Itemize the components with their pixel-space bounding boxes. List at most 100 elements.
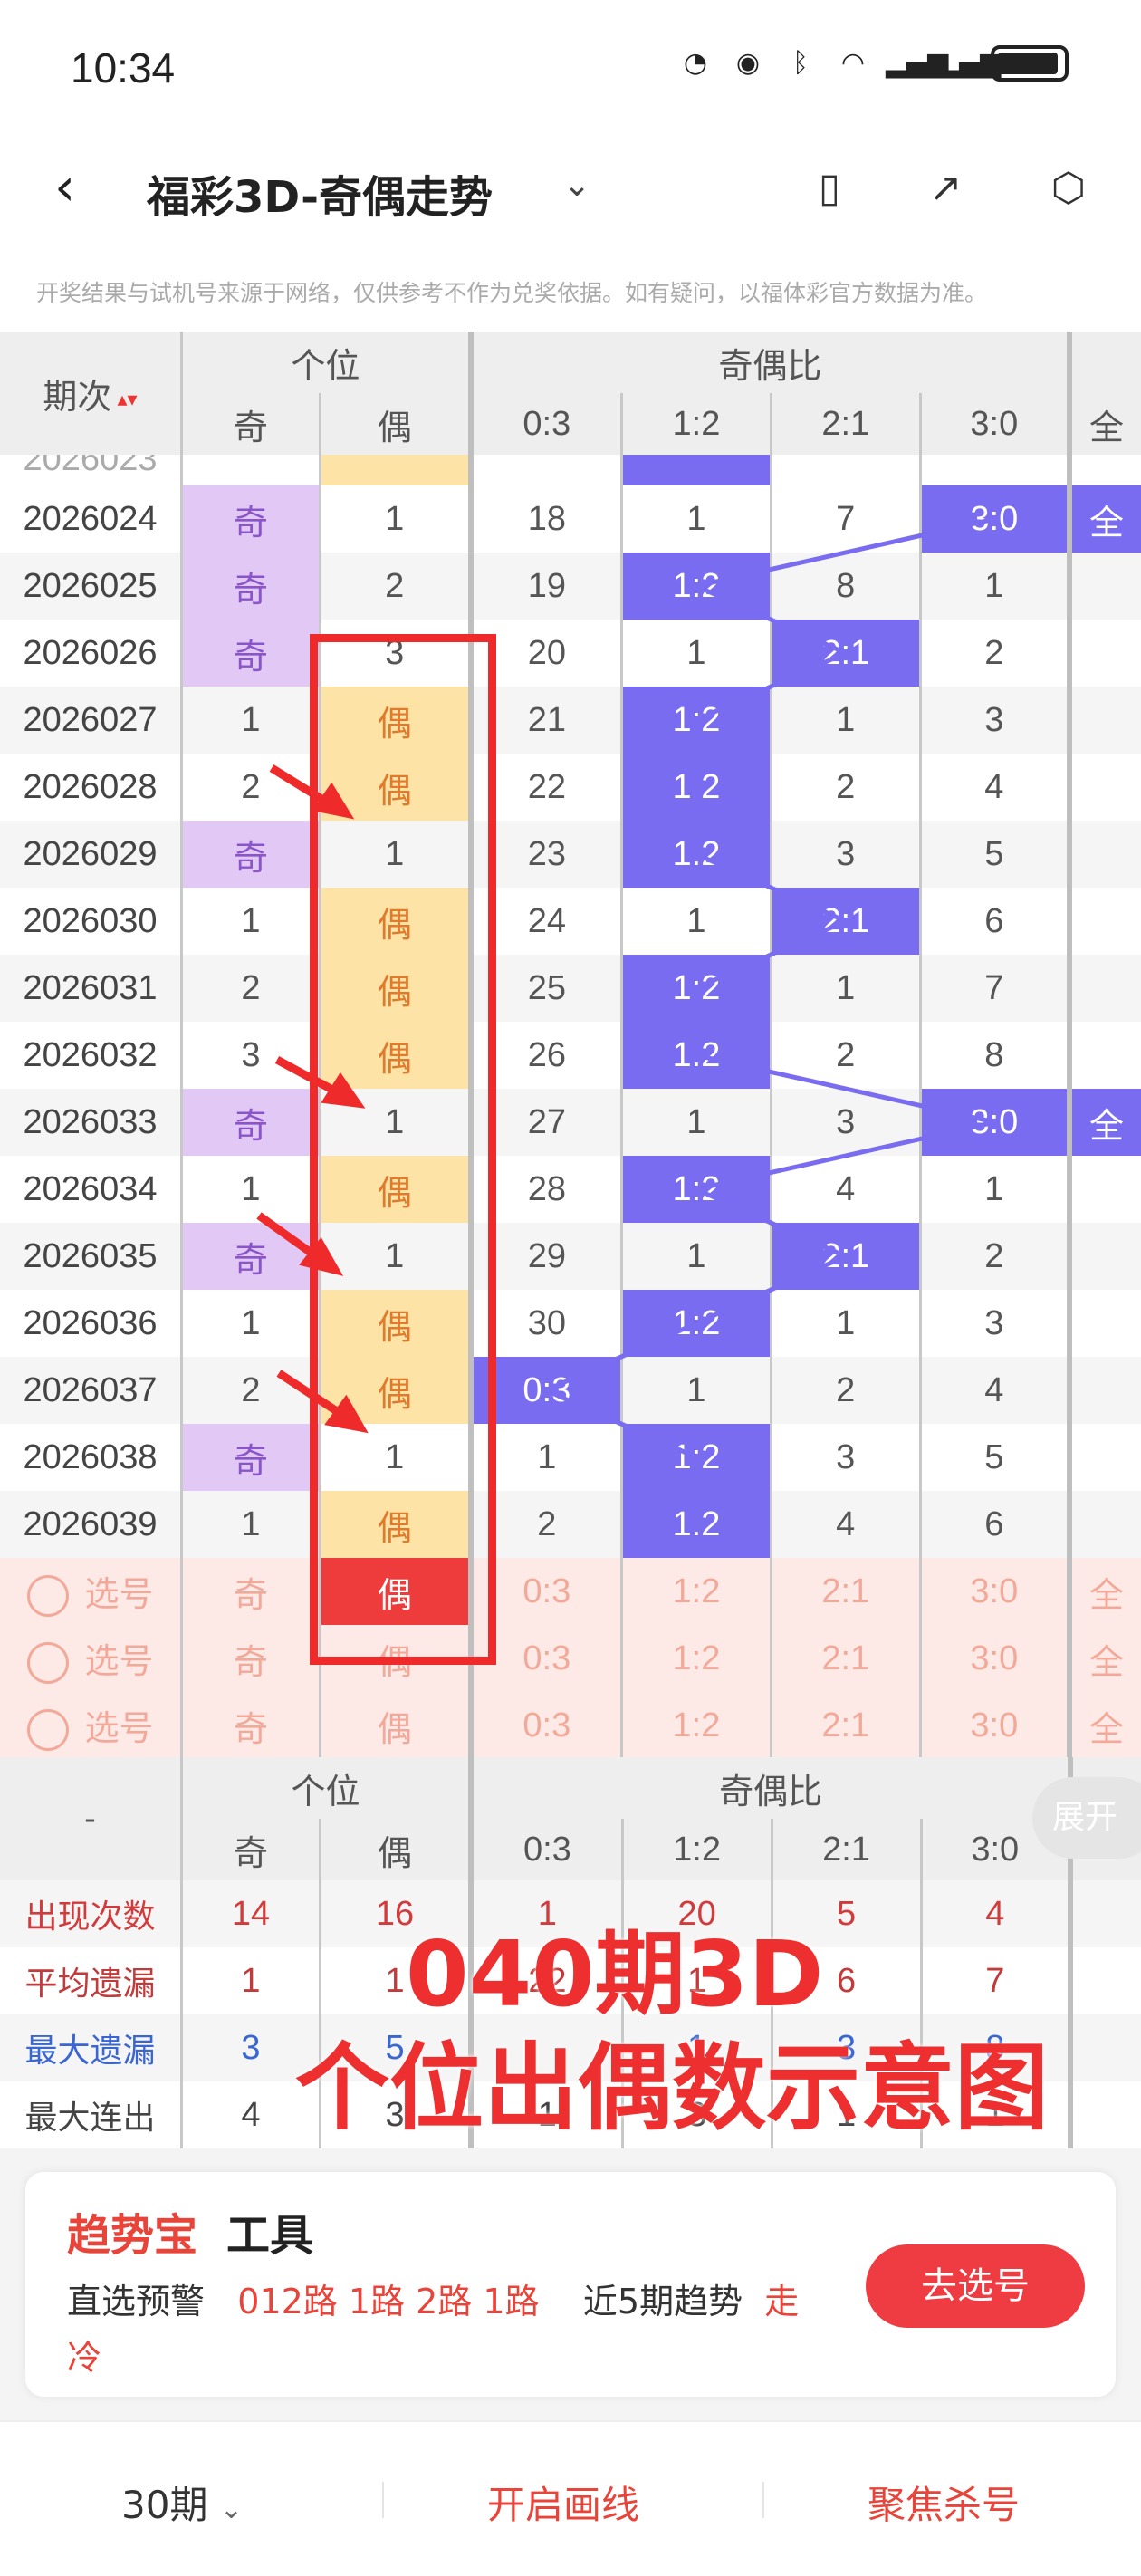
row-ratio-cell: 1	[769, 955, 921, 1022]
stats-value: 4	[919, 1880, 1071, 1947]
row-ratio-cell: 26	[467, 1022, 622, 1089]
periods-selector[interactable]: 30期 ⌄	[121, 2475, 243, 2530]
radio-circle-icon[interactable]	[26, 1642, 69, 1685]
row-ratio-cell: 20	[467, 620, 622, 687]
row-ratio-cell: 2	[769, 1022, 921, 1089]
row-ratio-cell: 1	[620, 1089, 772, 1156]
row-ratio-cell: 0:3	[467, 1357, 622, 1424]
row-issue: 2026025	[0, 553, 182, 620]
select-partial: 全	[1067, 1692, 1141, 1757]
row-ratio-cell: 1	[620, 485, 772, 553]
select-row[interactable]: 选号奇偶 0:3 1:2 2:1 3:0 全	[0, 1692, 1141, 1757]
select-partial: 全	[1067, 1625, 1141, 1692]
status-time: 10:34	[71, 44, 176, 91]
row-even-cell: 1	[318, 485, 471, 553]
page-title[interactable]: 福彩3D-奇偶走势	[147, 161, 493, 225]
status-bar: 10:34 ◔ ◉ ᛒ ◠ ▂▄▆ ▂▄▆	[0, 0, 1141, 136]
table-row: 2026030 1 偶 24 1 2:1 6	[0, 888, 1141, 955]
ratio-header-0-3: 0:3	[467, 393, 622, 455]
row-issue: 2026034	[0, 1156, 182, 1223]
table-row: 2026033 奇 1 27 1 3 3:0 全	[0, 1089, 1141, 1156]
trend-label: 近5期趋势	[582, 2282, 743, 2321]
row-ratio-cell: 3	[769, 1089, 921, 1156]
row-ratio-cell: 1	[769, 1290, 921, 1357]
table-row: 2026036 1 偶 30 1:2 1 3	[0, 1290, 1141, 1357]
row-odd-cell: 1	[180, 888, 321, 955]
select-ratio: 1:2	[620, 1692, 772, 1757]
row-ratio-cell: 8	[769, 553, 921, 620]
row-ratio-cell: 27	[467, 1089, 622, 1156]
row-even-cell: 1	[318, 1089, 471, 1156]
back-arrow-icon[interactable]: ‹	[54, 159, 109, 214]
trend-table: 期次 ▴▾ 个位 奇偶比奇偶 0:3 1:2 2:1 3:0 全 2026023 2026024 奇…	[0, 332, 1141, 1757]
stats-partial-cell	[1068, 2014, 1141, 2081]
ratio-header-2-1: 2:1	[769, 393, 921, 455]
partial-header	[1067, 332, 1141, 393]
row-ratio-cell: 1:2	[620, 754, 772, 821]
row-partial-cell: 全	[1067, 485, 1141, 553]
row-odd-cell: 奇	[180, 485, 321, 553]
row-issue: 2026033	[0, 1089, 182, 1156]
row-odd-cell: 2	[180, 1357, 321, 1424]
row-issue: 2026035	[0, 1223, 182, 1290]
select-ratio: 2:1	[769, 1692, 921, 1757]
row-even-cell: 偶	[318, 1290, 471, 1357]
row-even-cell: 偶	[318, 1357, 471, 1424]
periods-label: 30期	[121, 2483, 208, 2527]
select-ratio: 3:0	[918, 1692, 1070, 1757]
select-label: 选号	[84, 1575, 154, 1614]
sort-icon[interactable]: ▴▾	[111, 387, 138, 409]
select-row[interactable]: 选号奇偶 0:3 1:2 2:1 3:0 全	[0, 1558, 1141, 1625]
partial-row-cell	[769, 455, 921, 485]
row-ratio-cell: 24	[467, 888, 622, 955]
row-even-cell: 偶	[318, 687, 471, 754]
row-ratio-cell: 3	[918, 687, 1070, 754]
chevron-down-icon[interactable]: ⌄	[563, 167, 590, 204]
select-ratio: 1:2	[620, 1558, 772, 1625]
row-odd-cell: 1	[180, 687, 321, 754]
settings-hexagon-icon[interactable]: ⬡	[1040, 159, 1098, 217]
row-even-cell: 偶	[318, 754, 471, 821]
trend-tool-card: 趋势宝 工具 直选预警 012路 1路 2路 1路 近5期趋势 走 冷 去选号	[25, 2172, 1116, 2397]
stats-ratio-header: 2:1	[770, 1819, 922, 1880]
draw-lines-button[interactable]: 开启画线	[487, 2475, 639, 2530]
row-even-cell: 1	[318, 821, 471, 888]
row-ratio-cell: 3:0	[918, 1089, 1070, 1156]
row-odd-cell: 奇	[180, 1089, 321, 1156]
row-partial-cell	[1067, 1491, 1141, 1558]
partial-row-issue: 2026023	[0, 455, 182, 485]
radio-circle-icon[interactable]	[26, 1709, 69, 1752]
select-ratio: 0:3	[467, 1625, 622, 1692]
row-ratio-cell: 25	[467, 955, 622, 1022]
row-ratio-cell: 1:2	[620, 1022, 772, 1089]
stats-row-label: 平均遗漏	[0, 1947, 182, 2014]
table-row: 2026037 2 偶 0:3 1 2 4	[0, 1357, 1141, 1424]
stats-row-label: 最大连出	[0, 2081, 182, 2148]
select-even: 偶	[318, 1692, 471, 1757]
device-icon[interactable]: ▯	[801, 159, 858, 217]
stats-value: 7	[919, 1947, 1071, 2014]
partial-row-cell	[620, 455, 772, 485]
share-icon[interactable]: ↗	[916, 159, 974, 217]
signal-icon-2: ▂▄▆	[938, 47, 1002, 79]
row-ratio-cell: 2	[467, 1491, 622, 1558]
row-issue: 2026039	[0, 1491, 182, 1558]
trend-table-wrapper[interactable]: 期次 ▴▾ 个位 奇偶比奇偶 0:3 1:2 2:1 3:0 全 2026023 2026024 奇…	[0, 332, 1141, 1757]
select-row[interactable]: 选号奇偶 0:3 1:2 2:1 3:0 全	[0, 1625, 1141, 1692]
stats-ratio-header: 1:2	[620, 1819, 772, 1880]
row-partial-cell	[1067, 1290, 1141, 1357]
issue-column-header: 期次 ▴▾	[0, 332, 182, 455]
row-issue: 2026031	[0, 955, 182, 1022]
focus-kill-button[interactable]: 聚焦杀号	[868, 2475, 1020, 2530]
ratio-header-3-0: 3:0	[918, 393, 1070, 455]
radio-circle-icon[interactable]	[26, 1575, 69, 1618]
select-label: 选号	[84, 1709, 154, 1748]
go-select-button[interactable]: 去选号	[866, 2244, 1085, 2328]
stats-group-ratio: 奇偶比	[468, 1757, 1071, 1819]
row-ratio-cell: 1	[769, 687, 921, 754]
expand-button[interactable]: 展开	[1032, 1777, 1141, 1859]
select-ratio: 3:0	[918, 1558, 1070, 1625]
table-row: 2026031 2 偶 25 1:2 1 7	[0, 955, 1141, 1022]
stats-partial-cell	[1068, 1880, 1141, 1947]
row-ratio-cell: 1	[620, 620, 772, 687]
